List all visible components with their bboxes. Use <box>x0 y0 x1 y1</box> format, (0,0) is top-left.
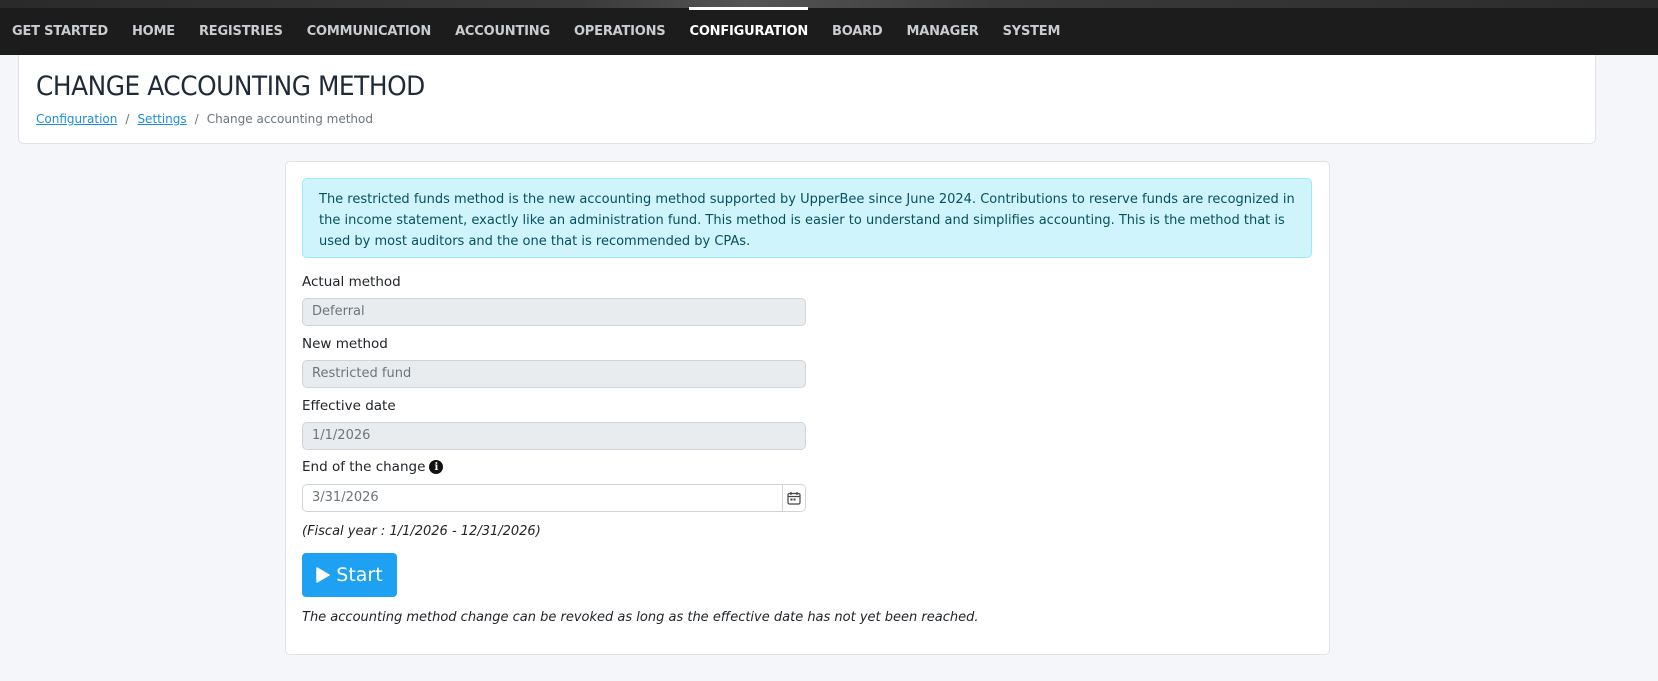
actual-method-label: Actual method <box>302 274 401 290</box>
start-button-label: Start <box>336 564 383 586</box>
effective-date-field: 1/1/2026 <box>302 422 806 450</box>
effective-date-label: Effective date <box>302 398 396 414</box>
revocation-note: The accounting method change can be revo… <box>302 610 979 625</box>
nav-home[interactable]: HOME <box>120 8 187 55</box>
breadcrumb-separator: / <box>125 112 130 126</box>
breadcrumb-current: Change accounting method <box>206 112 373 126</box>
banner-strip <box>0 0 1658 8</box>
nav-operations[interactable]: OPERATIONS <box>562 8 678 55</box>
change-method-card: The restricted funds method is the new a… <box>285 161 1330 655</box>
page-title: CHANGE ACCOUNTING METHOD <box>36 71 425 102</box>
breadcrumb-settings-link[interactable]: Settings <box>137 112 186 126</box>
nav-configuration[interactable]: CONFIGURATION <box>677 7 820 55</box>
end-of-change-label: End of the change <box>302 459 426 475</box>
end-of-change-input[interactable]: 3/31/2026 <box>302 484 806 512</box>
nav-accounting[interactable]: ACCOUNTING <box>443 8 562 55</box>
play-icon <box>316 567 331 583</box>
new-method-label: New method <box>302 336 388 352</box>
breadcrumb: Configuration / Settings / Change accoun… <box>36 112 373 126</box>
actual-method-field: Deferral <box>302 298 806 326</box>
end-of-change-label-row: End of the change i <box>302 459 444 475</box>
info-icon[interactable]: i <box>429 460 444 474</box>
calendar-icon[interactable] <box>782 485 805 511</box>
nav-board[interactable]: BOARD <box>820 8 894 55</box>
nav-system[interactable]: SYSTEM <box>991 8 1073 55</box>
new-method-field: Restricted fund <box>302 360 806 388</box>
main-nav: GET STARTED HOME REGISTRIES COMMUNICATIO… <box>0 7 1073 55</box>
nav-communication[interactable]: COMMUNICATION <box>295 8 443 55</box>
info-alert: The restricted funds method is the new a… <box>302 178 1312 258</box>
breadcrumb-configuration-link[interactable]: Configuration <box>36 112 117 126</box>
page-header: CHANGE ACCOUNTING METHOD Configuration /… <box>18 55 1596 144</box>
end-of-change-value[interactable]: 3/31/2026 <box>303 485 782 511</box>
nav-manager[interactable]: MANAGER <box>894 8 990 55</box>
top-navbar: GET STARTED HOME REGISTRIES COMMUNICATIO… <box>0 0 1658 55</box>
nav-registries[interactable]: REGISTRIES <box>187 8 295 55</box>
fiscal-year-text: (Fiscal year : 1/1/2026 - 12/31/2026) <box>302 524 541 539</box>
nav-get-started[interactable]: GET STARTED <box>0 8 120 55</box>
breadcrumb-separator: / <box>194 112 199 126</box>
start-button[interactable]: Start <box>302 553 397 597</box>
